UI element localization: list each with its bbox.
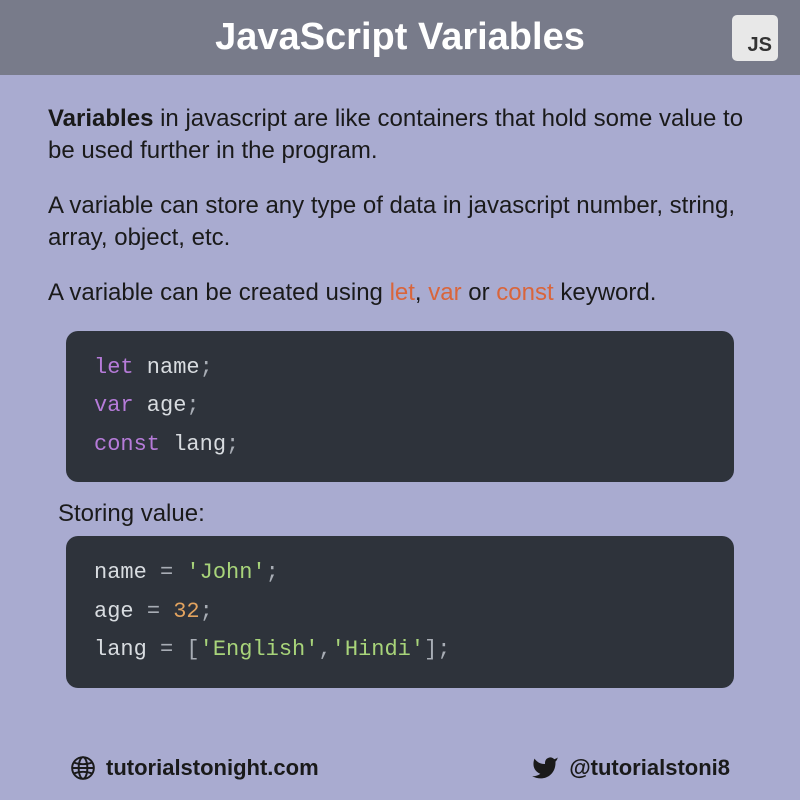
- token-comma: ,: [318, 637, 331, 662]
- token-number: 32: [160, 599, 200, 624]
- token-keyword: const: [94, 432, 160, 457]
- token-punct: ;: [226, 432, 239, 457]
- token-string: 'English': [200, 637, 319, 662]
- website-link: tutorialstonight.com: [70, 755, 319, 781]
- token-identifier: name: [134, 355, 200, 380]
- twitter-link: @tutorialstoni8: [531, 754, 730, 782]
- create-suffix: keyword.: [554, 279, 657, 306]
- token-identifier: lang: [160, 432, 226, 457]
- content: Variables in javascript are like contain…: [0, 75, 800, 724]
- token-punct: ;: [200, 599, 213, 624]
- intro-bold: Variables: [48, 105, 153, 132]
- code-line: let name;: [94, 349, 706, 388]
- page-title: JavaScript Variables: [215, 16, 585, 59]
- create-paragraph: A variable can be created using let, var…: [48, 277, 752, 309]
- token-identifier: lang: [94, 637, 160, 662]
- code-block-declaration: let name; var age; const lang;: [66, 331, 734, 483]
- token-punct: ;: [200, 355, 213, 380]
- token-punct: ;: [266, 560, 279, 585]
- sep2: or: [462, 279, 497, 306]
- keyword-const: const: [496, 279, 553, 306]
- code-line: lang = ['English','Hindi'];: [94, 631, 706, 670]
- js-badge-text: JS: [748, 34, 772, 57]
- token-punct: ;: [437, 637, 450, 662]
- code-line: const lang;: [94, 426, 706, 465]
- token-identifier: name: [94, 560, 160, 585]
- code-line: var age;: [94, 387, 706, 426]
- token-operator: =: [160, 560, 173, 585]
- sep1: ,: [415, 279, 428, 306]
- token-keyword: var: [94, 393, 134, 418]
- types-paragraph: A variable can store any type of data in…: [48, 190, 752, 255]
- twitter-handle: @tutorialstoni8: [569, 755, 730, 781]
- code-block-assignment: name = 'John'; age = 32; lang = ['Englis…: [66, 536, 734, 688]
- create-prefix: A variable can be created using: [48, 279, 390, 306]
- token-operator: =: [160, 637, 173, 662]
- token-identifier: age: [134, 393, 187, 418]
- twitter-icon: [531, 754, 559, 782]
- header: JavaScript Variables JS: [0, 0, 800, 75]
- token-bracket: [: [173, 637, 199, 662]
- intro-rest: in javascript are like containers that h…: [48, 105, 743, 164]
- footer: tutorialstonight.com @tutorialstoni8: [0, 754, 800, 782]
- token-operator: =: [147, 599, 160, 624]
- website-text: tutorialstonight.com: [106, 755, 319, 781]
- code-line: name = 'John';: [94, 554, 706, 593]
- keyword-var: var: [428, 279, 461, 306]
- token-identifier: age: [94, 599, 147, 624]
- token-bracket: ]: [424, 637, 437, 662]
- code-line: age = 32;: [94, 593, 706, 632]
- globe-icon: [70, 755, 96, 781]
- js-badge-icon: JS: [732, 15, 778, 61]
- intro-paragraph: Variables in javascript are like contain…: [48, 103, 752, 168]
- token-string: 'Hindi': [332, 637, 424, 662]
- keyword-let: let: [390, 279, 415, 306]
- storing-value-subhead: Storing value:: [58, 500, 752, 528]
- token-string: 'John': [173, 560, 265, 585]
- token-punct: ;: [186, 393, 199, 418]
- token-keyword: let: [94, 355, 134, 380]
